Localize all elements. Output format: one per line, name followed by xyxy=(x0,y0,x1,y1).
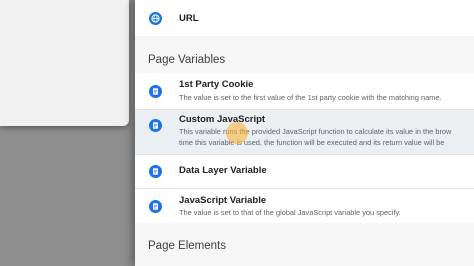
variable-type-description: The value is set to the first value of t… xyxy=(179,93,442,102)
document-icon xyxy=(149,200,162,213)
variable-type-title: URL xyxy=(179,13,199,24)
variable-type-sheet: URL Page Variables 1st Party Cookie The … xyxy=(135,0,474,266)
variable-type-title: Data Layer Variable xyxy=(179,165,267,176)
document-icon xyxy=(149,85,162,98)
left-side-panel xyxy=(0,0,129,126)
variable-type-javascript-variable[interactable]: JavaScript Variable The value is set to … xyxy=(135,189,474,223)
variable-type-url[interactable]: URL xyxy=(135,0,474,36)
variable-type-title: JavaScript Variable xyxy=(179,195,267,206)
variable-type-title: 1st Party Cookie xyxy=(179,79,254,90)
variable-type-description-line-1: This variable runs the provided JavaScri… xyxy=(179,127,452,136)
variable-type-1st-party-cookie[interactable]: 1st Party Cookie The value is set to the… xyxy=(135,73,474,109)
variable-type-description-line-2: time this variable is used, the function… xyxy=(179,138,445,147)
document-icon xyxy=(149,165,162,178)
variable-type-data-layer-variable[interactable]: Data Layer Variable xyxy=(135,155,474,188)
cursor-highlight xyxy=(226,122,248,144)
globe-icon xyxy=(149,12,162,25)
section-heading-page-elements: Page Elements xyxy=(148,240,226,252)
variable-type-title: Custom JavaScript xyxy=(179,114,266,125)
variable-type-description: The value is set to that of the global J… xyxy=(179,208,401,217)
document-icon xyxy=(149,119,162,132)
variable-type-custom-javascript[interactable]: Custom JavaScript This variable runs the… xyxy=(135,110,474,154)
section-heading-page-variables: Page Variables xyxy=(148,54,226,66)
